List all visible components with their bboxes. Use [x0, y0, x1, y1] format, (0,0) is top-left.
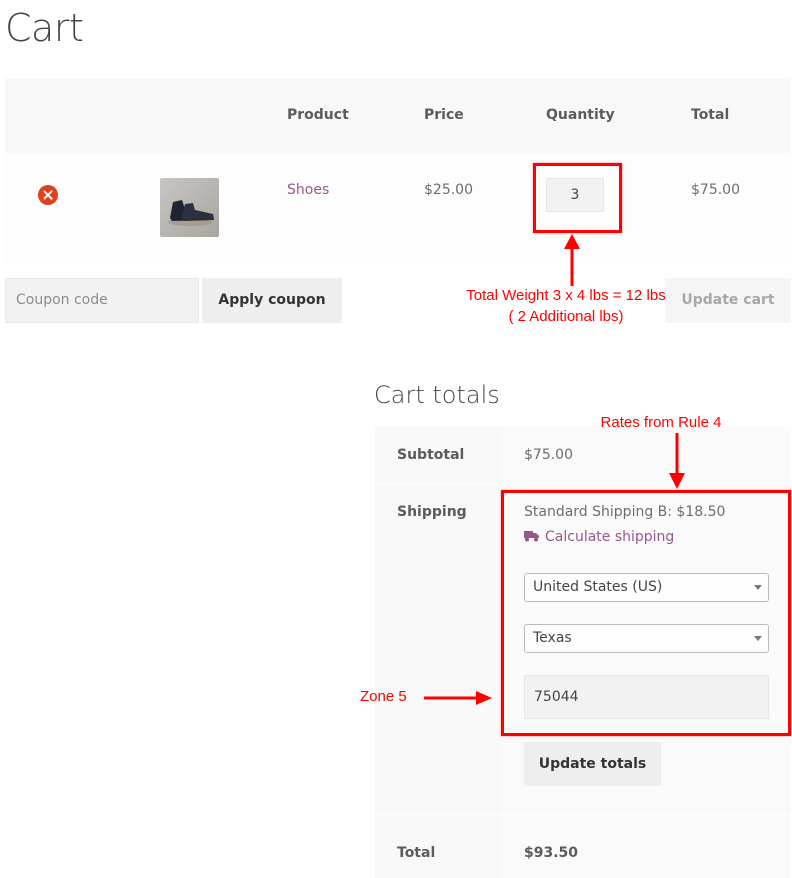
weight-annotation: Total Weight 3 x 4 lbs = 12 lbs ( 2 Addi… — [448, 285, 684, 327]
row-divider — [375, 814, 791, 815]
product-price: $25.00 — [424, 182, 473, 198]
shipping-label: Shipping — [397, 504, 467, 520]
header-product: Product — [287, 107, 349, 123]
total-value: $93.50 — [524, 845, 579, 861]
page-title: Cart — [5, 6, 84, 50]
shoes-thumbnail[interactable] — [160, 178, 219, 237]
down-arrow-annotation — [669, 433, 685, 489]
shipping-highlight-box — [501, 490, 791, 736]
cart-table-header — [5, 78, 791, 153]
weight-annotation-line2: ( 2 Additional lbs) — [508, 308, 624, 325]
zone-annotation: Zone 5 — [360, 688, 407, 705]
row-divider — [375, 483, 791, 484]
product-total: $75.00 — [691, 182, 740, 198]
product-link[interactable]: Shoes — [287, 182, 329, 198]
right-arrow-annotation — [424, 691, 492, 705]
header-quantity: Quantity — [546, 107, 615, 123]
header-price: Price — [424, 107, 464, 123]
quantity-highlight-box — [533, 163, 622, 233]
weight-annotation-line1: Total Weight 3 x 4 lbs = 12 lbs — [466, 287, 666, 304]
subtotal-value: $75.00 — [524, 447, 573, 463]
coupon-input[interactable]: Coupon code — [5, 278, 199, 323]
totals-label-column — [375, 427, 502, 878]
up-arrow-annotation — [564, 234, 580, 286]
header-total: Total — [691, 107, 730, 123]
cart-totals-title: Cart totals — [374, 381, 500, 409]
table-row — [5, 153, 791, 263]
remove-icon[interactable] — [38, 185, 58, 205]
total-label: Total — [397, 845, 436, 861]
subtotal-label: Subtotal — [397, 447, 465, 463]
apply-coupon-button[interactable]: Apply coupon — [202, 278, 342, 323]
rates-annotation: Rates from Rule 4 — [600, 414, 722, 431]
update-totals-button[interactable]: Update totals — [524, 742, 661, 786]
